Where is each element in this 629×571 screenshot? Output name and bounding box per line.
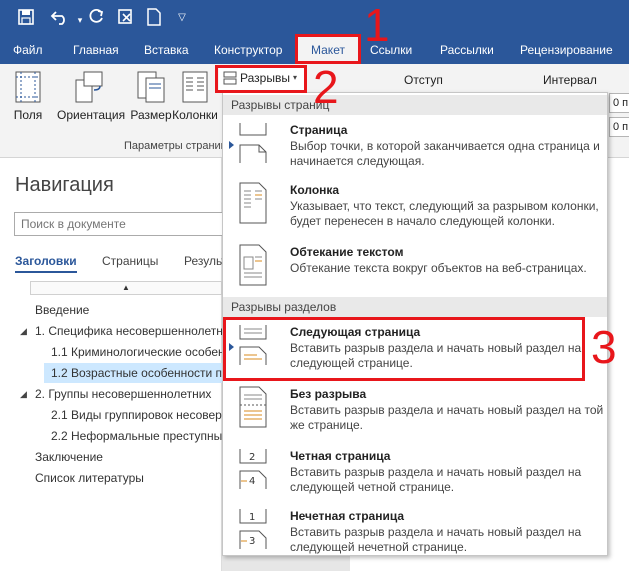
break-continuous-item[interactable]: Без разрыва Вставить разрыв раздела и на… — [223, 381, 607, 439]
tab-design[interactable]: Конструктор — [214, 36, 282, 64]
break-column-item[interactable]: Колонка Указывает, что текст, следующий … — [223, 177, 607, 235]
annotation-box-layout — [295, 34, 361, 64]
customize-icon[interactable]: ▽ — [172, 8, 192, 28]
nav-item-2-2[interactable]: 2.2 Неформальные преступные группы — [51, 426, 222, 446]
title-bar: ▾ ▽ — [0, 0, 629, 36]
nav-item-chapter-1[interactable]: 1. Специфика несовершеннолетних — [35, 321, 222, 341]
tab-pages[interactable]: Страницы — [102, 254, 158, 268]
tab-home[interactable]: Главная — [73, 36, 119, 64]
nav-item-1-2[interactable]: 1.2 Возрастные особенности преступности — [44, 363, 222, 383]
tab-headings[interactable]: Заголовки — [15, 254, 77, 273]
break-text-wrapping-item[interactable]: Обтекание текстом Обтекание текста вокру… — [223, 239, 607, 295]
tab-results[interactable]: Результаты — [184, 254, 222, 268]
scroll-up-button[interactable]: ▲ — [30, 281, 222, 295]
collapse-icon[interactable]: ◢ — [20, 321, 27, 341]
break-even-page-item[interactable]: 24 Четная страница Вставить разрыв разде… — [223, 443, 607, 501]
page-break-icon — [237, 121, 269, 163]
nav-item-references[interactable]: Список литературы — [35, 468, 222, 488]
annotation-number-1: 1 — [364, 0, 390, 51]
margins-icon — [13, 70, 43, 104]
page-setup-group-label: Параметры страницы — [124, 140, 235, 152]
columns-button[interactable]: Колонки — [168, 70, 222, 122]
orientation-button[interactable]: Ориентация — [57, 70, 125, 122]
new-document-icon[interactable] — [144, 8, 164, 28]
page-size-icon — [136, 70, 166, 104]
annotation-number-2: 2 — [313, 61, 339, 113]
margins-button[interactable]: Поля — [1, 70, 55, 122]
nav-title: Навигация — [15, 174, 114, 196]
undo-icon[interactable] — [50, 8, 70, 28]
nav-item-conclusion[interactable]: Заключение — [35, 447, 222, 467]
svg-text:2: 2 — [249, 452, 255, 463]
annotation-box-next-page — [223, 317, 585, 381]
svg-text:3: 3 — [249, 536, 255, 547]
redo-icon[interactable] — [86, 8, 106, 28]
spacing-before-input[interactable]: 0 п — [609, 93, 629, 113]
print-preview-icon[interactable] — [116, 8, 136, 28]
continuous-break-icon — [237, 385, 269, 428]
column-break-icon — [237, 181, 269, 224]
nav-item-chapter-2[interactable]: 2. Группы несовершеннолетних — [35, 384, 222, 404]
nav-item-intro[interactable]: Введение — [35, 300, 221, 320]
annotation-number-3: 3 — [591, 321, 617, 373]
save-icon[interactable] — [16, 8, 36, 28]
tab-mailings[interactable]: Рассылки — [440, 36, 494, 64]
nav-item-1-1[interactable]: 1.1 Криминологические особенности — [51, 342, 222, 362]
spacing-after-input[interactable]: 0 п — [609, 117, 629, 137]
selected-arrow-icon — [229, 141, 234, 149]
interval-label: Интервал — [543, 73, 597, 87]
break-odd-page-item[interactable]: 13 Нечетная страница Вставить разрыв раз… — [223, 503, 607, 557]
annotation-box-breaks — [215, 65, 307, 93]
search-input[interactable] — [14, 212, 229, 236]
section-breaks-header: Разрывы разделов — [223, 297, 607, 317]
navigation-pane: Навигация Заголовки Страницы Результаты … — [0, 158, 229, 571]
break-page-item[interactable]: Страница Выбор точки, в которой заканчив… — [223, 117, 607, 175]
columns-icon — [180, 70, 210, 104]
svg-text:1: 1 — [249, 512, 255, 523]
text-wrapping-break-icon — [237, 243, 269, 286]
tab-file[interactable]: Файл — [13, 36, 43, 64]
svg-text:4: 4 — [249, 476, 255, 487]
even-page-break-icon: 24 — [237, 447, 269, 489]
tab-review[interactable]: Рецензирование — [520, 36, 613, 64]
nav-item-2-1[interactable]: 2.1 Виды группировок несовершеннолетних — [51, 405, 222, 425]
page-breaks-header: Разрывы страниц — [223, 95, 607, 115]
indent-label: Отступ — [404, 73, 443, 87]
orientation-icon — [74, 70, 104, 104]
odd-page-break-icon: 13 — [237, 507, 269, 549]
tab-insert[interactable]: Вставка — [144, 36, 189, 64]
collapse-icon[interactable]: ◢ — [20, 384, 27, 404]
